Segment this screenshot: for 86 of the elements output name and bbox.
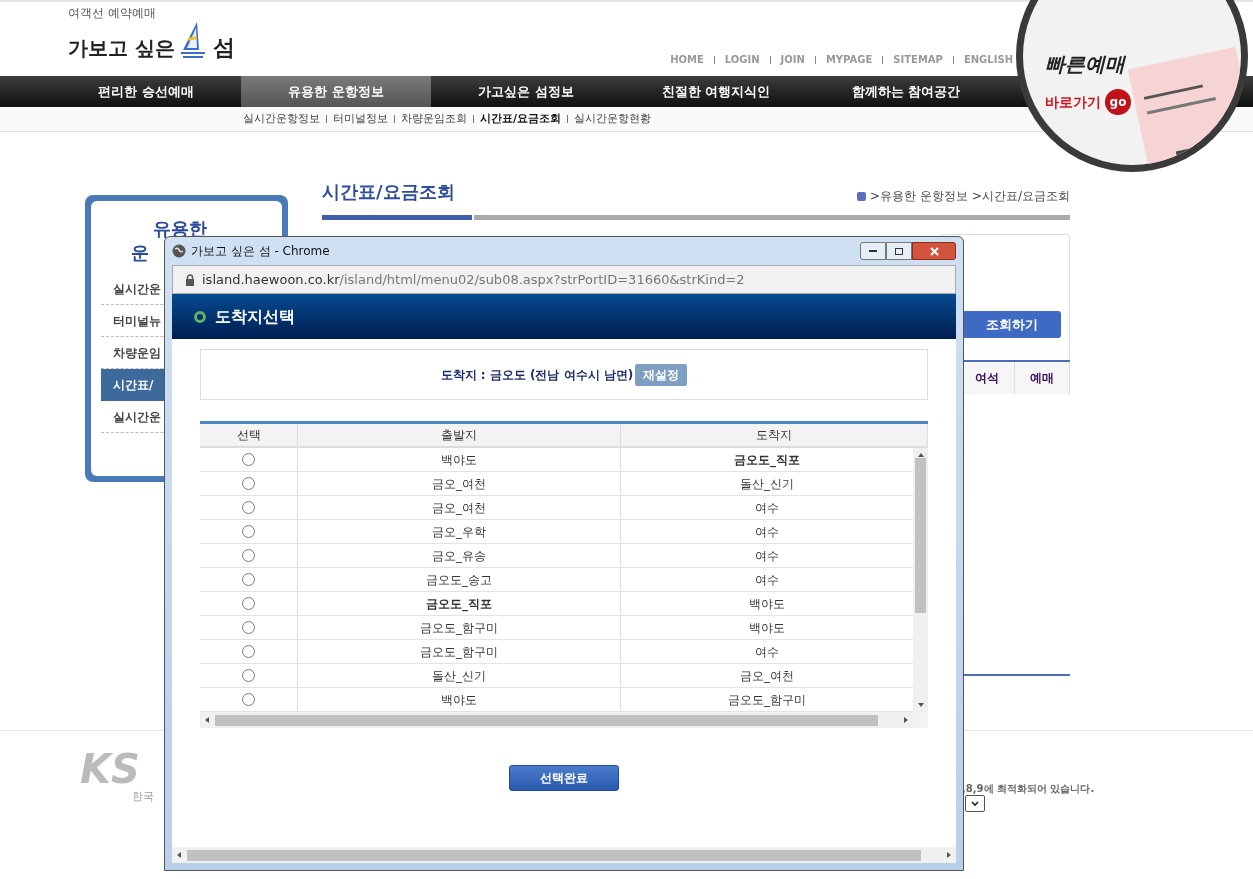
quick-booking-link[interactable]: 바로가기 <box>1045 91 1101 113</box>
page-title: 시간표/요금조회 <box>322 180 455 204</box>
column-header: 도착지 <box>621 424 928 446</box>
confirm-button[interactable]: 선택완료 <box>509 765 619 791</box>
table-cell-text: 백야도 <box>748 619 786 637</box>
table-cell: 금오도_직포 <box>298 592 621 615</box>
table-cell-text: 돌산_신기 <box>739 475 795 493</box>
vertical-scrollbar[interactable] <box>913 448 928 712</box>
table-cell: 금오도_함구미 <box>298 640 621 663</box>
logo-tagline: 여객선 예약예매 <box>68 6 157 20</box>
radio-button[interactable] <box>242 693 255 706</box>
table-cell-text: 금오도_직포 <box>733 451 801 470</box>
ring-icon <box>194 310 206 323</box>
lock-icon <box>185 273 195 286</box>
url-text: island.haewoon.co.kr/island/html/menu02/sub08.aspx?strPortID=31660&strKind=2 <box>202 270 745 289</box>
nav-tab[interactable]: 가고싶은 섬정보 <box>431 76 621 107</box>
subnav-link[interactable]: 시간표/요금조회 <box>480 110 562 128</box>
breadcrumb-link[interactable]: >유용한 운항정보 <box>870 187 968 205</box>
scroll-up-icon[interactable] <box>916 451 925 459</box>
radio-button[interactable] <box>242 669 255 682</box>
nav-tab[interactable]: 편리한 승선예매 <box>51 76 241 107</box>
table-cell-text: 백야도 <box>748 595 786 613</box>
scroll-down-icon[interactable] <box>916 701 925 709</box>
radio-button[interactable] <box>242 645 255 658</box>
table-cell: 백야도 <box>298 688 621 711</box>
horizontal-scrollbar[interactable] <box>172 847 956 863</box>
result-tab[interactable]: 예매 <box>1015 362 1070 394</box>
address-bar[interactable]: island.haewoon.co.kr/island/html/menu02/sub08.aspx?strPortID=31660&strKind=2 <box>172 265 956 294</box>
table-cell-text: 여수 <box>754 523 780 541</box>
table-cell: 금오도_함구미 <box>298 616 621 639</box>
table-cell: 금오_우학 <box>298 520 621 543</box>
radio-button[interactable] <box>242 453 255 466</box>
subnav-link[interactable]: 터미널정보 <box>333 110 388 128</box>
subnav-link[interactable]: 실시간운항정보 <box>243 110 320 128</box>
column-header: 선택 <box>200 424 298 446</box>
logo-text: 섬 <box>212 36 235 60</box>
globe-icon <box>172 244 186 258</box>
quick-booking-title: 빠른예매 <box>1045 51 1127 78</box>
scroll-right-icon[interactable] <box>945 851 953 859</box>
subnav-link[interactable]: 차량운임조회 <box>401 110 467 128</box>
table-cell-text: 금오도_함구미 <box>727 691 807 709</box>
footer-select[interactable] <box>965 795 985 812</box>
column-header: 출발지 <box>298 424 621 446</box>
radio-button[interactable] <box>242 477 255 490</box>
dialog-title: 도착지선택 <box>215 305 295 328</box>
table-cell: 금오도_송고 <box>298 568 621 591</box>
table-cell-text: 금오_여천 <box>739 667 795 685</box>
table-cell: 금오_유송 <box>298 544 621 567</box>
scroll-left-icon[interactable] <box>175 851 183 859</box>
sidebar-title: 운 <box>131 241 149 265</box>
home-icon <box>857 191 866 201</box>
search-button[interactable]: 조회하기 <box>962 311 1061 338</box>
logo-text: 가보고 싶은 <box>68 36 175 60</box>
radio-button[interactable] <box>242 597 255 610</box>
nav-tab[interactable]: 함께하는 참여공간 <box>811 76 1001 107</box>
table-cell-text: 여수 <box>754 547 780 565</box>
table-cell: 백야도 <box>298 448 621 471</box>
footer-logo: KS <box>80 749 140 789</box>
minimize-button[interactable] <box>860 242 886 260</box>
radio-button[interactable] <box>242 549 255 562</box>
footer-note: ,8,9에 최적화되어 있습니다. <box>962 782 1095 796</box>
go-button[interactable]: go <box>1105 89 1131 115</box>
table-cell-text: 여수 <box>754 571 780 589</box>
chevron-down-icon <box>971 800 979 807</box>
table-cell: 금오_여천 <box>298 472 621 495</box>
close-button[interactable] <box>912 242 956 260</box>
table-cell: 금오_여천 <box>298 496 621 519</box>
maximize-button[interactable] <box>886 242 912 260</box>
close-icon <box>929 246 939 256</box>
radio-button[interactable] <box>242 573 255 586</box>
nav-tab[interactable]: 유용한 운항정보 <box>241 76 431 107</box>
nav-tab[interactable]: 친절한 여행지식인 <box>621 76 811 107</box>
radio-button[interactable] <box>242 621 255 634</box>
scroll-left-icon[interactable] <box>203 716 211 724</box>
table-cell: 돌산_신기 <box>298 664 621 687</box>
table-cell-text: 여수 <box>754 643 780 661</box>
subnav-link[interactable]: 실시간운항현황 <box>574 110 652 128</box>
radio-button[interactable] <box>242 525 255 538</box>
scroll-right-icon[interactable] <box>902 716 910 724</box>
quick-booking-badge[interactable]: 빠른예매 바로가기 go <box>1016 0 1248 172</box>
destination-label: 도착지 : 금오도 (전남 여수시 남면) <box>440 366 634 384</box>
radio-button[interactable] <box>242 501 255 514</box>
table-cell-text: 여수 <box>754 499 780 517</box>
footer-logo-caption: 한국 <box>131 789 154 805</box>
window-title: 가보고 싶은 섬 - Chrome <box>191 243 330 260</box>
breadcrumb-link[interactable]: >시간표/요금조회 <box>971 187 1070 205</box>
